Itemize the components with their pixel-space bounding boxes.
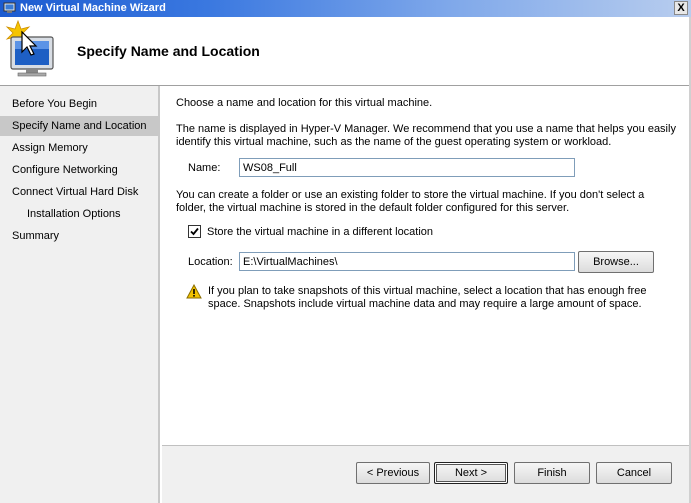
name-help-text: The name is displayed in Hyper-V Manager… xyxy=(176,123,676,148)
wizard-steps-sidebar: Before You Begin Specify Name and Locati… xyxy=(0,86,160,503)
sidebar-item-label: Connect Virtual Hard Disk xyxy=(12,186,139,198)
location-input[interactable] xyxy=(239,252,575,271)
finish-button-label: Finish xyxy=(537,467,567,479)
next-button-label: Next > xyxy=(454,467,488,479)
previous-button-label: < Previous xyxy=(366,467,420,479)
cancel-button-label: Cancel xyxy=(616,467,652,479)
intro-text: Choose a name and location for this virt… xyxy=(176,97,433,109)
folder-help-text: You can create a folder or use an existi… xyxy=(176,189,645,214)
browse-button-label: Browse... xyxy=(593,256,639,268)
window-title: New Virtual Machine Wizard xyxy=(20,2,166,14)
sidebar-item-assign-memory[interactable]: Assign Memory xyxy=(0,138,158,158)
name-label: Name: xyxy=(188,162,221,174)
checkmark-icon xyxy=(190,227,199,236)
title-bar[interactable]: New Virtual Machine Wizard X xyxy=(0,0,691,17)
sidebar-item-specify-name-and-location[interactable]: Specify Name and Location xyxy=(0,116,158,136)
close-button[interactable]: X xyxy=(674,1,688,15)
app-icon xyxy=(3,2,16,14)
browse-button[interactable]: Browse... xyxy=(578,251,654,273)
wizard-content: Choose a name and location for this virt… xyxy=(162,86,691,452)
sidebar-item-configure-networking[interactable]: Configure Networking xyxy=(0,160,158,180)
sidebar-item-summary[interactable]: Summary xyxy=(0,226,158,246)
sidebar-item-label: Installation Options xyxy=(27,208,121,220)
sidebar-item-label: Specify Name and Location xyxy=(12,120,147,132)
sidebar-item-connect-virtual-hard-disk[interactable]: Connect Virtual Hard Disk xyxy=(0,182,158,202)
page-title: Specify Name and Location xyxy=(77,43,260,59)
previous-button[interactable]: < Previous xyxy=(356,462,430,484)
sidebar-item-installation-options[interactable]: Installation Options xyxy=(0,204,158,224)
sidebar-item-label: Assign Memory xyxy=(12,142,88,154)
name-input[interactable] xyxy=(239,158,575,177)
warning-text: If you plan to take snapshots of this vi… xyxy=(208,285,647,310)
sidebar-item-label: Before You Begin xyxy=(12,98,98,110)
location-label: Location: xyxy=(188,256,233,268)
cancel-button[interactable]: Cancel xyxy=(596,462,672,484)
sidebar-item-before-you-begin[interactable]: Before You Begin xyxy=(0,94,158,114)
wizard-monitor-icon xyxy=(4,19,60,79)
wizard-footer: < Previous Next > Finish Cancel xyxy=(162,445,691,503)
finish-button[interactable]: Finish xyxy=(514,462,590,484)
store-location-label[interactable]: Store the virtual machine in a different… xyxy=(207,226,433,239)
next-button[interactable]: Next > xyxy=(434,462,508,484)
sidebar-item-label: Configure Networking xyxy=(12,164,118,176)
close-icon: X xyxy=(677,2,685,14)
store-location-checkbox[interactable] xyxy=(188,225,201,238)
warning-triangle-icon xyxy=(186,283,202,302)
wizard-header: Specify Name and Location xyxy=(0,17,691,86)
sidebar-item-label: Summary xyxy=(12,230,60,242)
